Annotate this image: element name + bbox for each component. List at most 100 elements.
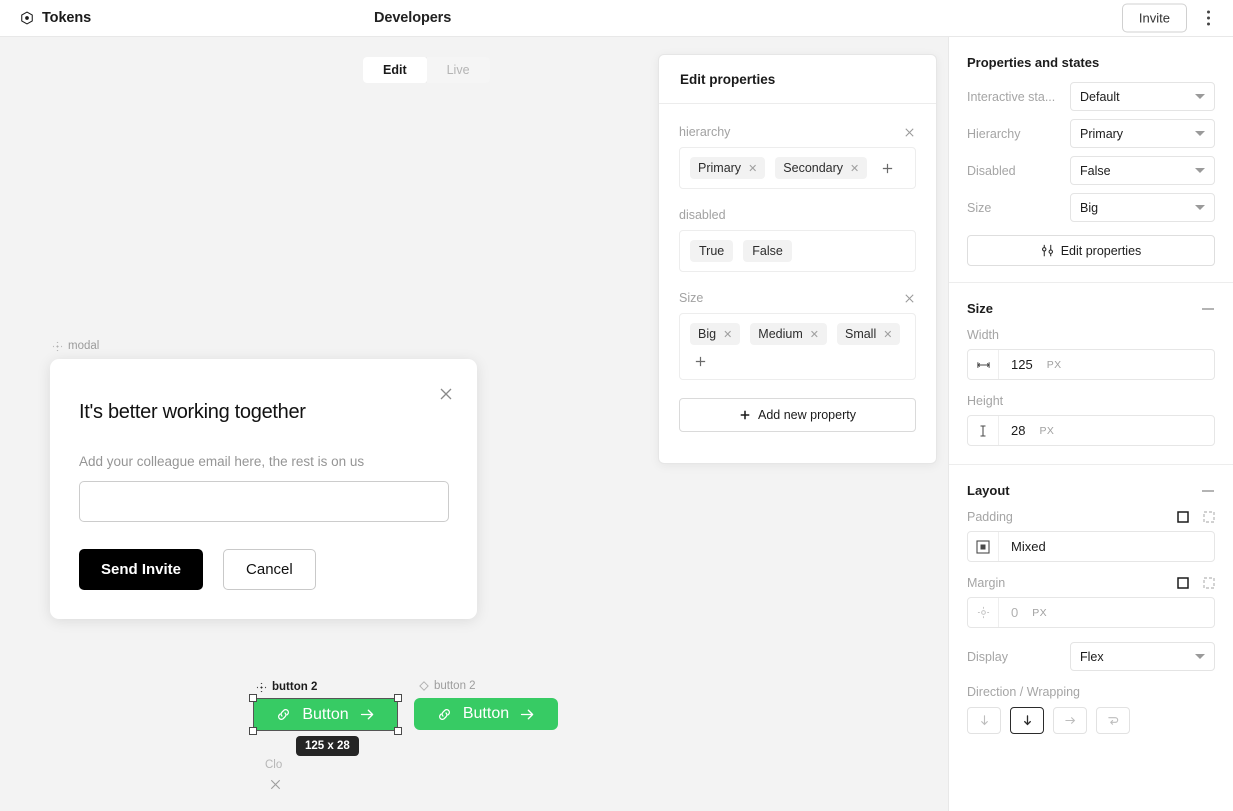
top-bar-actions: Invite <box>1121 3 1221 33</box>
direction-button-wrap[interactable] <box>1096 707 1130 734</box>
add-value-icon[interactable] <box>690 353 905 370</box>
select-value: Flex <box>1080 649 1104 664</box>
edit-properties-body: hierarchy Primary ✕ Secondary ✕ disabled… <box>659 104 936 432</box>
height-unit: PX <box>1039 424 1055 437</box>
property-group-name: disabled <box>679 208 726 222</box>
square-icon[interactable] <box>1177 511 1189 523</box>
padding-field[interactable]: Mixed <box>967 531 1215 562</box>
more-vertical-icon[interactable] <box>1195 5 1221 31</box>
brand[interactable]: Tokens <box>20 10 91 26</box>
dashed-square-icon[interactable] <box>1203 577 1215 589</box>
value-chip[interactable]: True <box>690 240 734 262</box>
minus-icon[interactable] <box>1201 488 1215 494</box>
send-invite-button[interactable]: Send Invite <box>79 549 204 590</box>
value-chip[interactable]: Secondary ✕ <box>775 157 868 179</box>
resize-handle-tl[interactable] <box>249 694 257 702</box>
value-chip[interactable]: Primary ✕ <box>690 157 766 179</box>
component-node-label[interactable]: button 2 <box>419 680 476 692</box>
value-chip[interactable]: False <box>743 240 792 262</box>
remove-chip-icon[interactable]: ✕ <box>850 162 859 175</box>
size-badge: 125 x 28 <box>296 736 359 756</box>
right-sidebar: Properties and states Interactive sta...… <box>948 37 1233 811</box>
direction-button-right[interactable] <box>1053 707 1087 734</box>
display-label: Display <box>967 649 1008 664</box>
green-button-selected[interactable]: Button <box>253 698 398 731</box>
display-select[interactable]: Flex <box>1070 642 1215 671</box>
resize-handle-tr[interactable] <box>394 694 402 702</box>
value-chip[interactable]: Medium ✕ <box>750 323 827 345</box>
cancel-button[interactable]: Cancel <box>223 549 316 590</box>
select-value: Default <box>1080 89 1120 104</box>
size-select[interactable]: Big <box>1070 193 1215 222</box>
remove-property-icon[interactable] <box>903 292 916 305</box>
row-label: Size <box>967 200 992 215</box>
chevron-down-icon <box>1195 654 1205 659</box>
margin-mode-icons <box>1177 577 1215 589</box>
value-chip[interactable]: Big ✕ <box>690 323 741 345</box>
property-group-name: hierarchy <box>679 125 731 139</box>
minus-icon[interactable] <box>1201 306 1215 312</box>
add-new-property-button[interactable]: Add new property <box>679 398 916 432</box>
modal-actions: Send Invite Cancel <box>79 549 316 590</box>
width-icon <box>968 350 999 379</box>
resize-handle-br[interactable] <box>394 727 402 735</box>
padding-label: Padding <box>967 510 1013 524</box>
remove-chip-icon[interactable]: ✕ <box>723 328 732 341</box>
arrow-right-icon <box>519 707 536 722</box>
add-new-property-label: Add new property <box>758 408 856 422</box>
close-icon[interactable] <box>437 385 455 403</box>
green-button-label: Button <box>462 705 510 722</box>
invite-button[interactable]: Invite <box>1121 3 1187 33</box>
page-title: Developers <box>374 10 452 26</box>
property-values-hierarchy: Primary ✕ Secondary ✕ <box>679 147 916 189</box>
width-unit: PX <box>1046 358 1062 371</box>
margin-unit: PX <box>1032 606 1048 619</box>
hierarchy-select[interactable]: Primary <box>1070 119 1215 148</box>
email-input[interactable] <box>79 481 449 522</box>
move-icon <box>256 682 267 693</box>
edit-properties-button[interactable]: Edit properties <box>967 235 1215 266</box>
edit-live-toggle[interactable]: Edit Live <box>363 57 490 83</box>
margin-label-row: Margin <box>967 576 1215 590</box>
property-group-header: hierarchy <box>679 124 916 140</box>
direction-button-down[interactable] <box>967 707 1001 734</box>
property-row-hierarchy: Hierarchy Primary <box>967 119 1215 148</box>
modal-node-label[interactable]: modal <box>52 340 99 352</box>
property-row-size: Size Big <box>967 193 1215 222</box>
resize-handle-bl[interactable] <box>249 727 257 735</box>
value-chip-label: Small <box>844 327 877 341</box>
section-title: Layout <box>967 483 1215 498</box>
disabled-select[interactable]: False <box>1070 156 1215 185</box>
padding-value: Mixed <box>1011 539 1046 554</box>
width-field[interactable]: 125 PX <box>967 349 1215 380</box>
row-label: Interactive sta... <box>967 89 1056 104</box>
chevron-down-icon <box>1195 205 1205 210</box>
selected-node-label[interactable]: button 2 <box>256 681 317 693</box>
remove-property-icon[interactable] <box>903 126 916 139</box>
diamond-icon <box>419 681 429 691</box>
tab-edit[interactable]: Edit <box>363 57 427 83</box>
value-chip[interactable]: Small ✕ <box>836 323 901 345</box>
close-icon[interactable] <box>268 777 283 792</box>
canvas[interactable]: Edit Live modal It's better working toge… <box>0 37 948 811</box>
square-icon[interactable] <box>1177 577 1189 589</box>
interactive-state-select[interactable]: Default <box>1070 82 1215 111</box>
modal-node-label-text: modal <box>68 340 100 352</box>
remove-chip-icon[interactable]: ✕ <box>810 328 819 341</box>
invite-modal: It's better working together Add your co… <box>50 359 477 619</box>
edit-properties-button-label: Edit properties <box>1060 243 1142 258</box>
selected-node-label-text: button 2 <box>272 681 318 693</box>
height-field[interactable]: 28 PX <box>967 415 1215 446</box>
dashed-square-icon[interactable] <box>1203 511 1215 523</box>
tab-live[interactable]: Live <box>426 57 490 83</box>
green-button-instance[interactable]: Button <box>414 698 558 730</box>
chevron-down-icon <box>1195 94 1205 99</box>
direction-wrapping-label: Direction / Wrapping <box>967 685 1081 699</box>
direction-button-down-selected[interactable] <box>1010 707 1044 734</box>
remove-chip-icon[interactable]: ✕ <box>883 328 892 341</box>
width-value: 125 <box>1011 357 1033 372</box>
margin-field[interactable]: 0 PX <box>967 597 1215 628</box>
arrow-right-icon <box>359 707 376 722</box>
remove-chip-icon[interactable]: ✕ <box>748 162 757 175</box>
add-value-icon[interactable] <box>877 160 898 177</box>
